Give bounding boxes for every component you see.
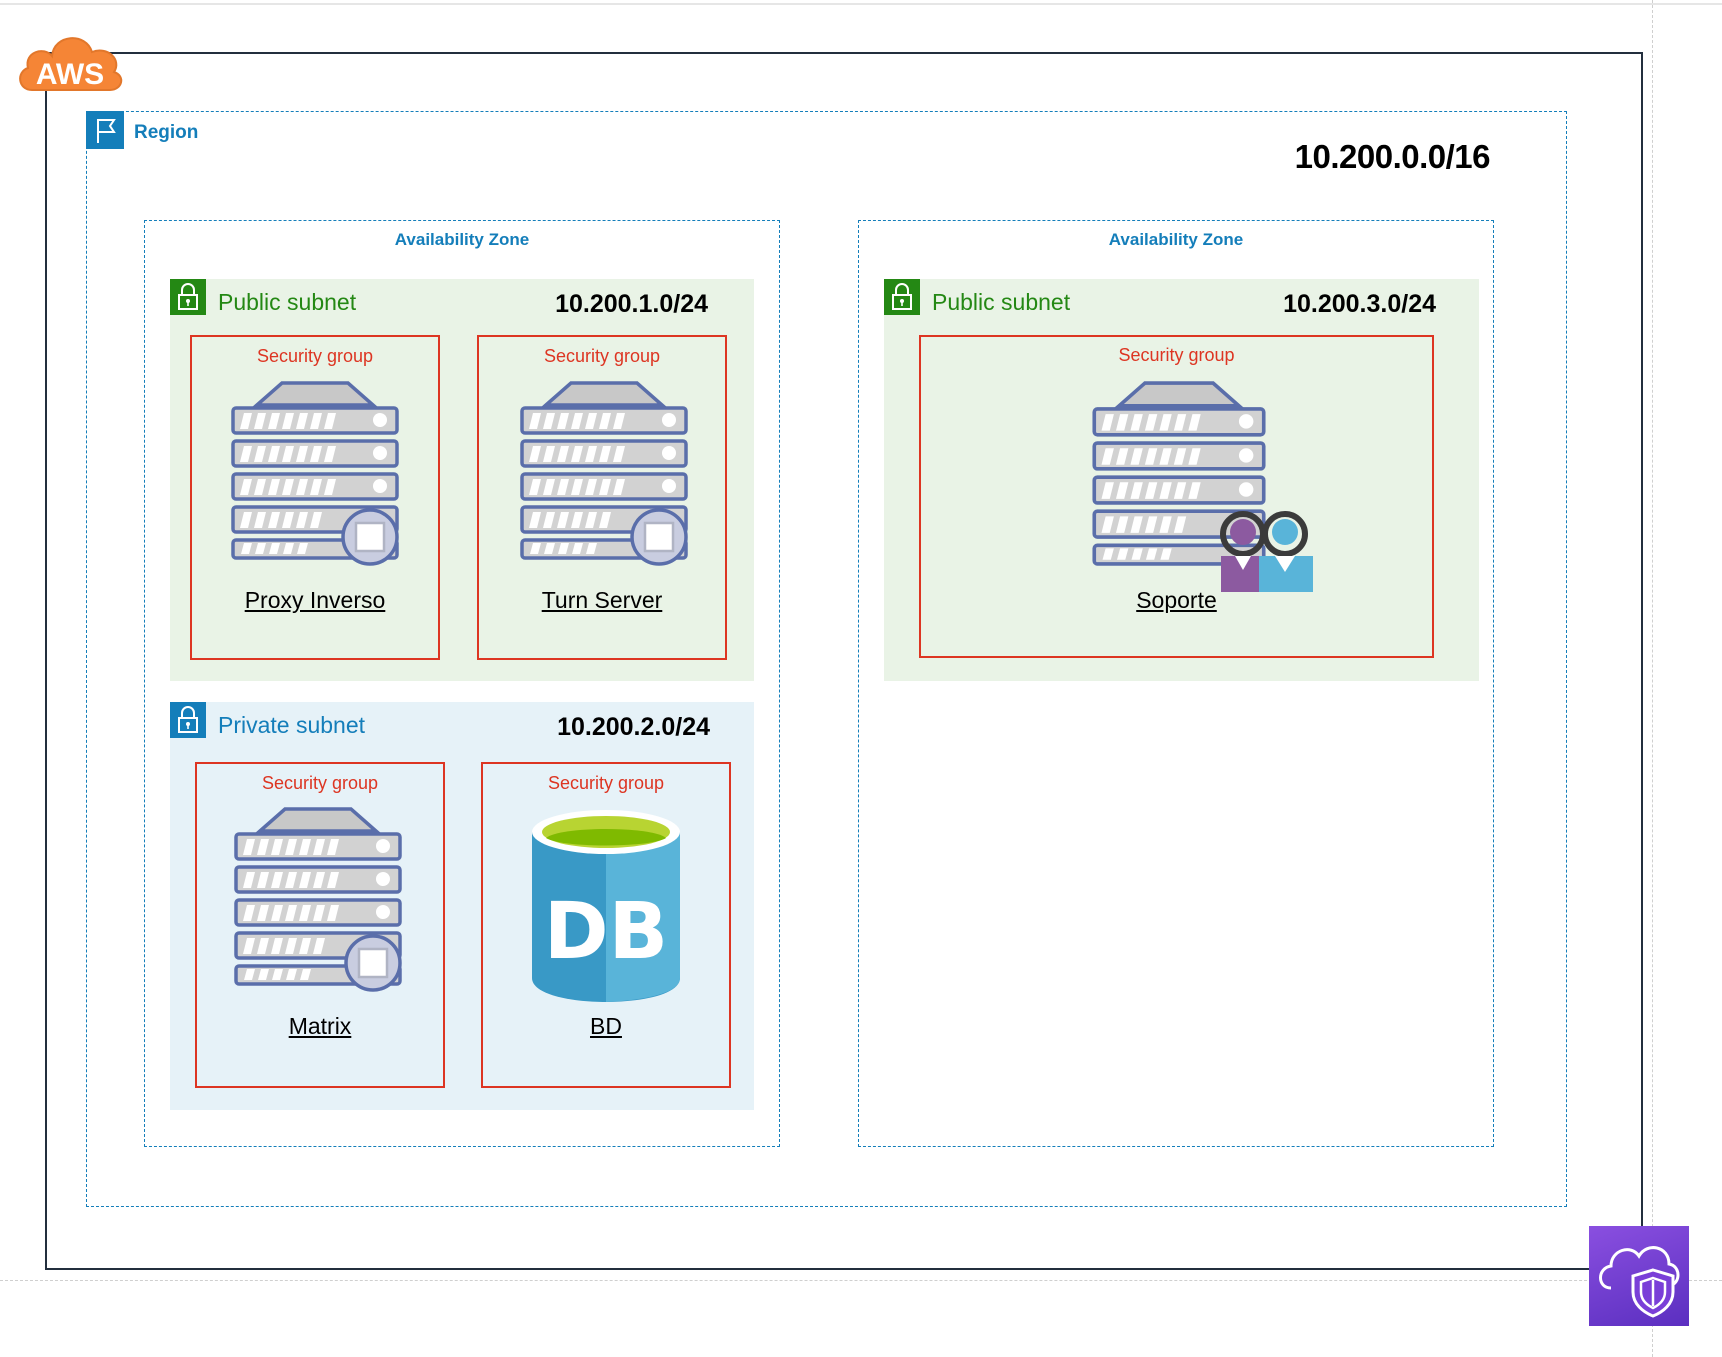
region-label: Region (134, 122, 199, 143)
public-subnet-2-cidr: 10.200.3.0/24 (1283, 290, 1436, 318)
resource-label-proxy-inverso[interactable]: Proxy Inverso (190, 587, 440, 614)
public-subnet-1-cidr: 10.200.1.0/24 (555, 290, 708, 318)
server-icon (233, 806, 403, 1006)
availability-zone-2-label: Availability Zone (1108, 230, 1244, 249)
server-icon (230, 380, 400, 580)
server-icon (519, 380, 689, 580)
flag-icon (86, 111, 124, 149)
security-group-label: Security group (547, 773, 665, 793)
resource-label-matrix[interactable]: Matrix (195, 1013, 445, 1040)
resource-label-bd[interactable]: BD (481, 1013, 731, 1040)
page-guide-vertical (1652, 0, 1653, 1357)
shield-icon[interactable] (1589, 1226, 1689, 1326)
security-group-label: Security group (261, 773, 379, 793)
security-group-label: Security group (1118, 345, 1235, 365)
aws-logo-text: AWS (36, 58, 104, 91)
public-subnet-1-label: Public subnet (218, 289, 357, 315)
database-icon-text: DB (544, 887, 668, 977)
page-guide-horizontal (0, 1280, 1722, 1281)
database-icon: DB (530, 808, 682, 1004)
lock-icon (884, 279, 920, 315)
lock-icon (170, 702, 206, 738)
vpc-cidr: 10.200.0.0/16 (1294, 138, 1491, 175)
lock-icon (170, 279, 206, 315)
resource-label-turn-server[interactable]: Turn Server (477, 587, 727, 614)
private-subnet-label: Private subnet (218, 712, 366, 738)
top-divider (0, 3, 1722, 5)
resource-label-soporte[interactable]: Soporte (919, 587, 1434, 614)
private-subnet-cidr: 10.200.2.0/24 (557, 713, 710, 741)
security-group-label: Security group (256, 346, 374, 366)
aws-logo: AWS (14, 18, 126, 94)
availability-zone-1-label: Availability Zone (394, 230, 530, 249)
server-users-icon (1091, 380, 1317, 592)
public-subnet-2-label: Public subnet (932, 289, 1071, 315)
security-group-label: Security group (543, 346, 661, 366)
